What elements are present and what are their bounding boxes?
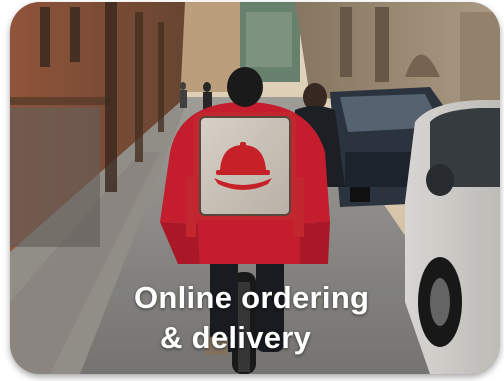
- caption-line-1: Online ordering: [134, 280, 370, 315]
- street-scene-photo: [10, 2, 500, 374]
- delivery-photo-card: Online ordering & delivery: [10, 2, 500, 374]
- caption-line-2: & delivery: [160, 320, 312, 355]
